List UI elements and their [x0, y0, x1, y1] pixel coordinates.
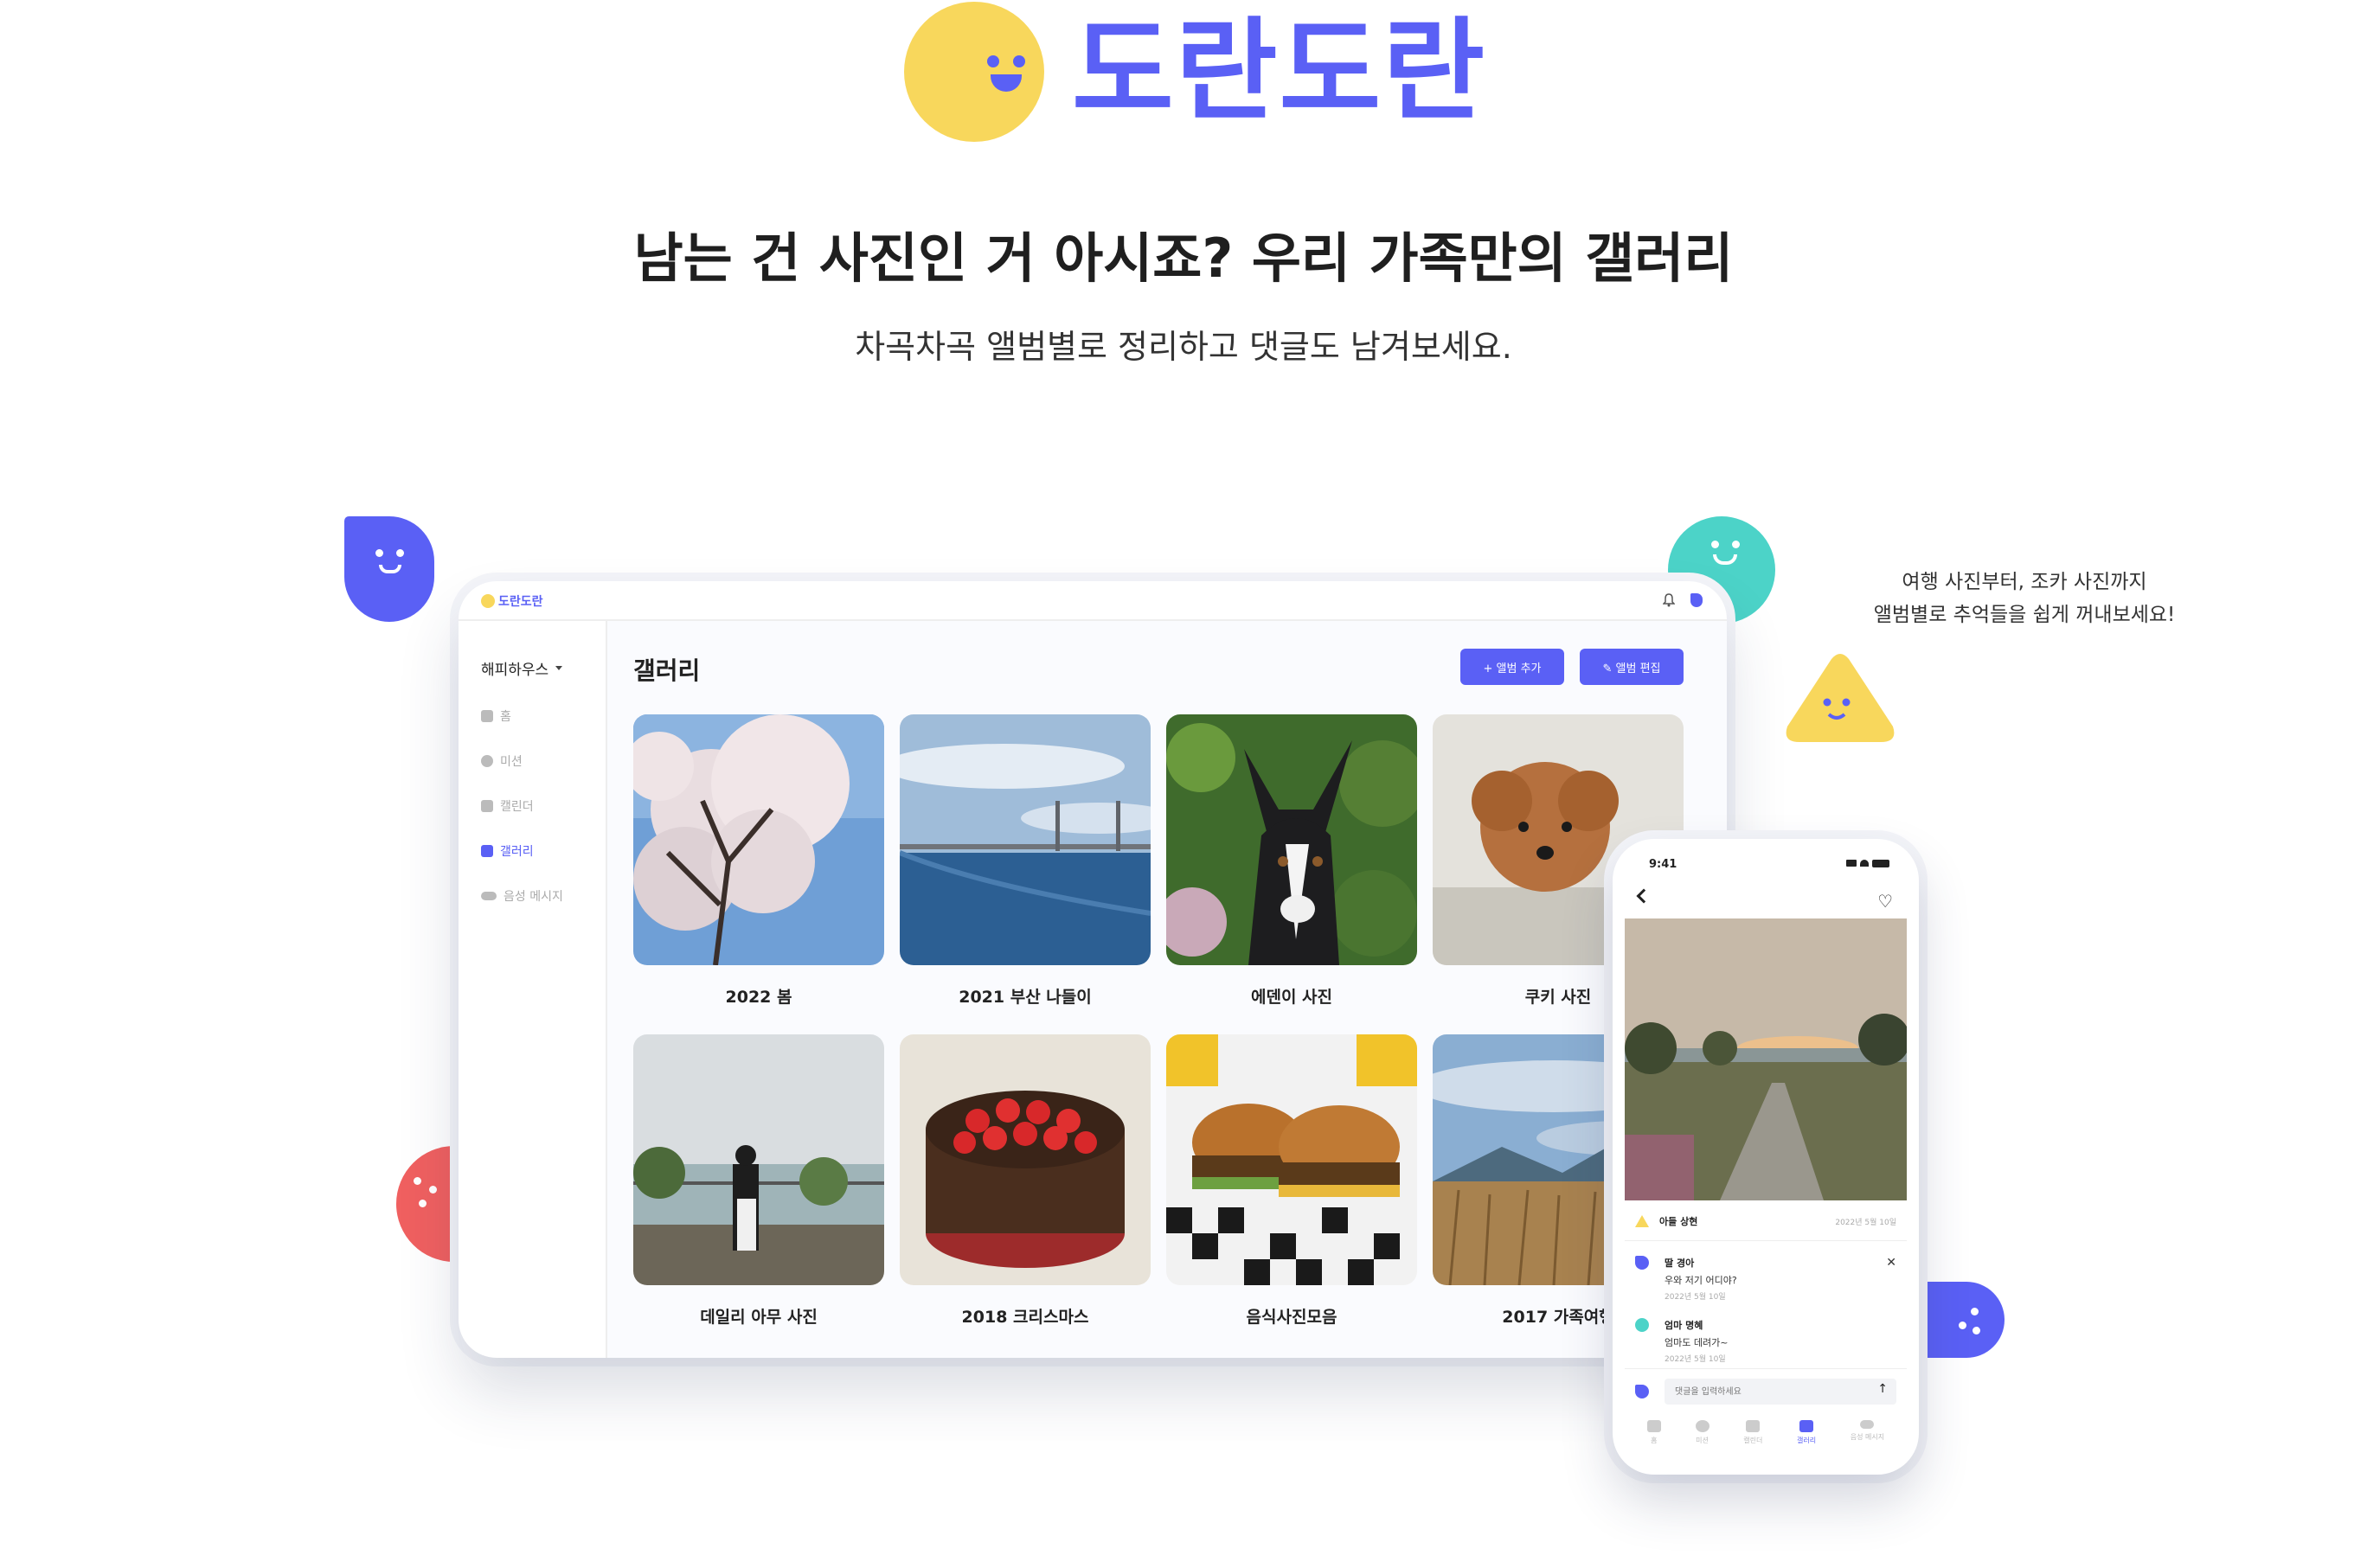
battery-icon — [1872, 860, 1889, 867]
album-card[interactable]: 2021 부산 나들이 — [900, 714, 1151, 1008]
logo-wordmark: 도란도란 — [1072, 6, 1487, 136]
album-title: 2021 부산 나들이 — [959, 988, 1092, 1007]
edit-album-button[interactable]: ✎ 앨범 편집 — [1580, 649, 1684, 685]
tab-mission[interactable]: 미션 — [1695, 1420, 1710, 1463]
tablet-brand[interactable]: 도란도란 — [481, 592, 543, 610]
close-icon[interactable]: ✕ — [1886, 1256, 1896, 1270]
triangle-avatar-icon — [1635, 1215, 1649, 1227]
check-circle-icon — [1695, 1420, 1710, 1432]
side-note: 여행 사진부터, 조카 사진까지 앨범별로 추억들을 쉽게 꺼내보세요! — [1873, 571, 2176, 626]
post-author: 아들 상현 2022년 5월 10일 — [1635, 1214, 1896, 1228]
photo-detail — [1625, 918, 1907, 1200]
album-cover — [1166, 1034, 1417, 1285]
avatar — [1635, 1256, 1649, 1270]
divider — [1625, 1240, 1907, 1241]
smiley-logo-icon — [481, 594, 495, 608]
gallery-main: 갤러리 + 앨범 추가 ✎ 앨범 편집 2022 봄 2021 부산 나들이 에… — [607, 621, 1727, 1358]
sidebar-item-home[interactable]: 홈 — [481, 707, 511, 725]
gallery-icon — [481, 845, 493, 857]
phone-mockup: 9:41 ♡ 아들 상현 2022년 5월 10일 딸 경아 우와 저기 어디야… — [1613, 839, 1919, 1475]
divider — [1625, 1368, 1907, 1369]
avatar — [1635, 1385, 1649, 1398]
album-title: 음식사진모음 — [1246, 1308, 1337, 1327]
album-cover — [633, 1034, 884, 1285]
album-cover — [1166, 714, 1417, 965]
hero-subtitle: 차곡차곡 앨범별로 정리하고 댓글도 남겨보세요. — [855, 328, 1512, 366]
blue-mascot-icon — [344, 516, 434, 622]
smiley-logo-icon — [904, 1, 1044, 142]
album-card[interactable]: 데일리 아무 사진 — [633, 1034, 884, 1328]
home-icon — [481, 710, 493, 722]
hero-logo: 도란도란 — [904, 0, 1486, 143]
heart-icon[interactable]: ♡ — [1877, 891, 1893, 912]
yellow-triangle-mascot-icon — [1786, 654, 1895, 742]
status-icons — [1846, 860, 1889, 867]
album-title: 2022 봄 — [725, 988, 792, 1007]
tab-home[interactable]: 홈 — [1646, 1420, 1661, 1463]
album-title: 에덴이 사진 — [1250, 988, 1332, 1007]
comment-input-row: ↑ — [1635, 1377, 1896, 1406]
home-icon — [1646, 1420, 1661, 1432]
tablet-sidebar: 해피하우스 홈 미션 캘린더 갤러리 음성 메시지 — [459, 621, 607, 1358]
wifi-icon — [1860, 860, 1869, 867]
sidebar-item-calendar[interactable]: 캘린더 — [481, 797, 534, 815]
add-album-button[interactable]: + 앨범 추가 — [1460, 649, 1564, 685]
album-cover — [900, 1034, 1151, 1285]
tab-calendar[interactable]: 캘린더 — [1743, 1420, 1762, 1463]
album-title: 2018 크리스마스 — [961, 1308, 1089, 1327]
bell-icon[interactable] — [1663, 593, 1675, 607]
tab-gallery[interactable]: 갤러리 — [1797, 1420, 1816, 1463]
status-time: 9:41 — [1649, 858, 1677, 871]
album-card[interactable]: 2018 크리스마스 — [900, 1034, 1151, 1328]
comment-input[interactable] — [1665, 1379, 1896, 1405]
hero-title: 남는 건 사진인 거 아시죠? 우리 가족만의 갤러리 — [633, 227, 1734, 290]
voicemail-icon — [1860, 1420, 1875, 1429]
red-mascot-icon — [396, 1146, 459, 1262]
calendar-icon — [1746, 1420, 1761, 1432]
tab-voice-message[interactable]: 음성 메시지 — [1851, 1420, 1884, 1463]
avatar — [1635, 1318, 1649, 1332]
calendar-icon — [481, 800, 493, 812]
profile-avatar-icon[interactable] — [1690, 593, 1703, 607]
bottom-tab-bar: 홈 미션 캘린더 갤러리 음성 메시지 — [1613, 1420, 1919, 1463]
blue-half-mascot-icon — [1922, 1282, 2005, 1358]
sidebar-item-mission[interactable]: 미션 — [481, 752, 523, 770]
back-arrow-icon[interactable] — [1636, 888, 1652, 904]
tablet-mockup: 도란도란 해피하우스 홈 미션 캘린더 갤러리 음성 메시지 갤러리 + 앨범 … — [459, 581, 1727, 1358]
album-title: 데일리 아무 사진 — [700, 1308, 818, 1327]
sidebar-item-voice-message[interactable]: 음성 메시지 — [481, 887, 563, 905]
album-card[interactable]: 에덴이 사진 — [1166, 714, 1417, 1008]
caret-down-icon — [555, 666, 563, 670]
check-circle-icon — [481, 755, 493, 767]
page-title: 갤러리 — [633, 656, 701, 685]
family-selector[interactable]: 해피하우스 — [481, 657, 563, 679]
album-cover — [633, 714, 884, 965]
sidebar-item-gallery[interactable]: 갤러리 — [481, 842, 534, 860]
signal-icon — [1846, 860, 1857, 867]
album-card[interactable]: 음식사진모음 — [1166, 1034, 1417, 1328]
voicemail-icon — [481, 892, 497, 900]
send-arrow-icon[interactable]: ↑ — [1877, 1382, 1888, 1396]
tablet-topbar: 도란도란 — [459, 581, 1727, 621]
gallery-icon — [1799, 1420, 1814, 1432]
album-cover — [900, 714, 1151, 965]
album-card[interactable]: 2022 봄 — [633, 714, 884, 1008]
